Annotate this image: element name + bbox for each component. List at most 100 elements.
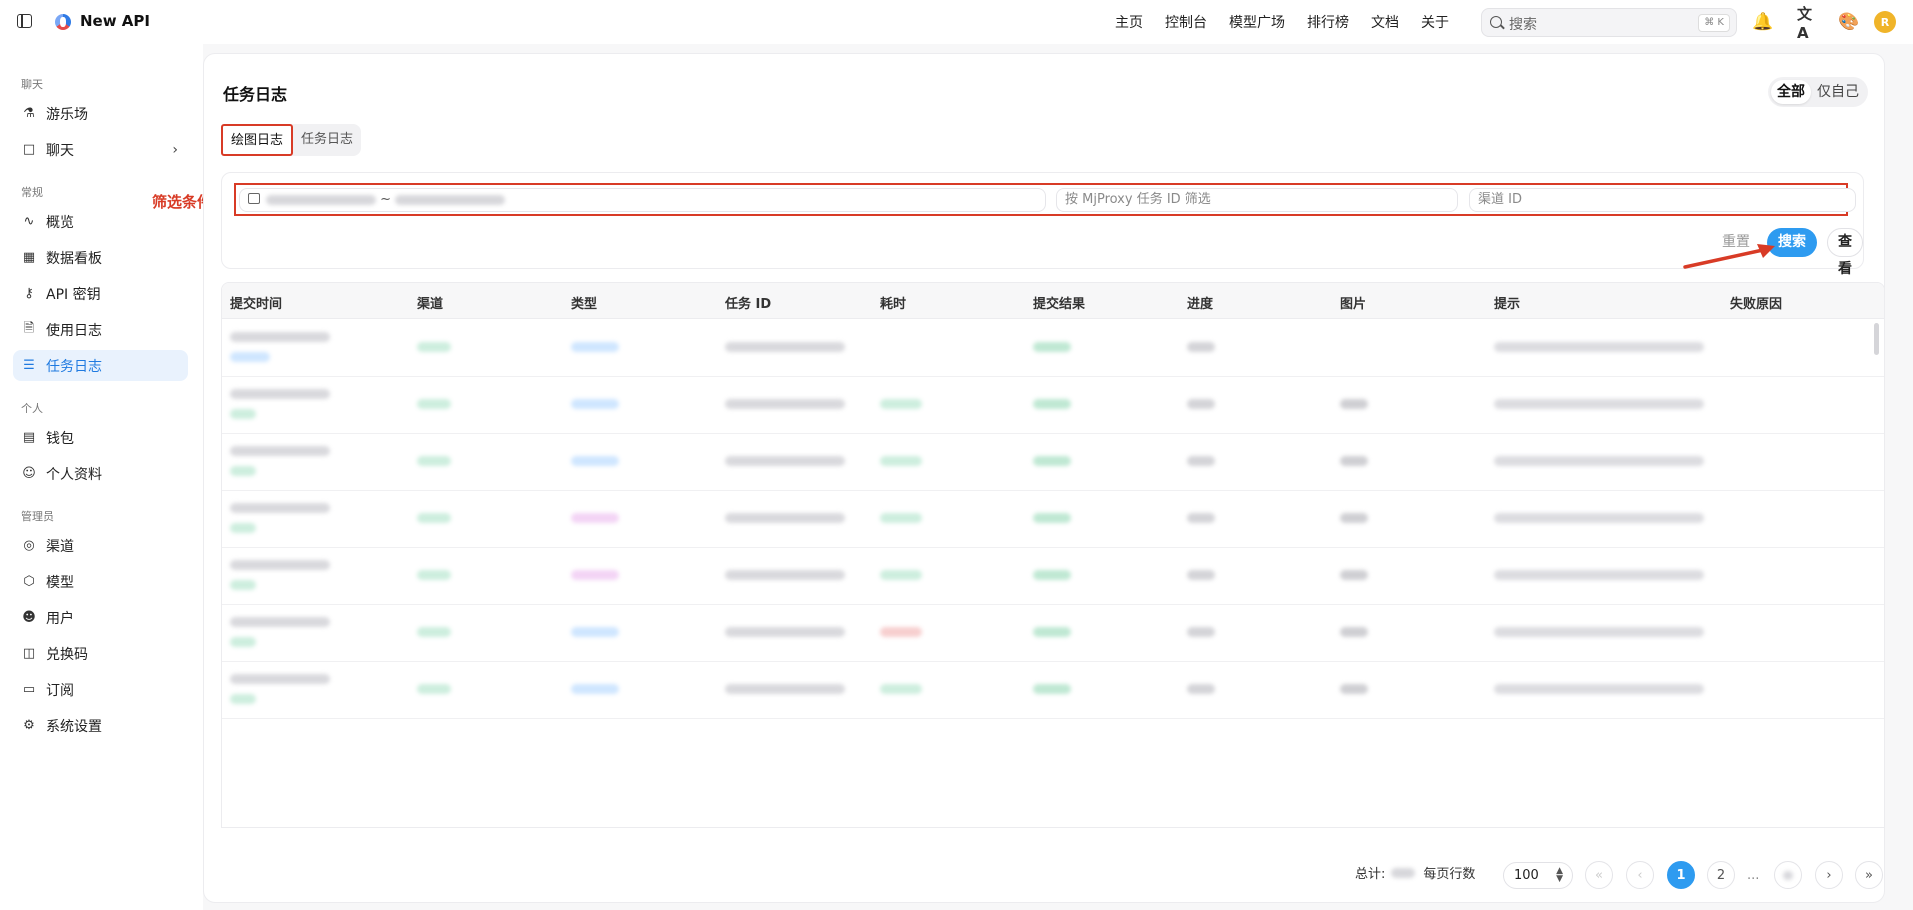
table-row[interactable] — [222, 491, 1884, 548]
table-cell — [230, 409, 256, 419]
date-range-input[interactable]: ~ — [239, 188, 1046, 212]
table-row[interactable] — [222, 662, 1884, 719]
table-cell — [230, 637, 256, 647]
table-cell — [230, 503, 330, 513]
table-scrollbar[interactable] — [1874, 323, 1879, 355]
sidebar-item-dashboard[interactable]: ▦ 数据看板 — [13, 242, 188, 273]
flask-icon: ⚗ — [23, 106, 35, 121]
filter-card: ~ 按 MjProxy 任务 ID 筛选 渠道 ID 重置 搜索 查看 — [221, 172, 1864, 277]
table-cell — [725, 570, 845, 580]
scope-all-button[interactable]: 全部 — [1771, 80, 1811, 104]
table-cell — [1494, 456, 1704, 466]
table-row[interactable] — [222, 548, 1884, 605]
sidebar-item-playground[interactable]: ⚗ 游乐场 — [13, 98, 188, 129]
wallet-icon: ▤ — [22, 430, 36, 445]
tab-task-logs[interactable]: 任务日志 — [293, 124, 361, 156]
table-cell — [880, 513, 922, 523]
sidebar-item-redeem-codes[interactable]: ◫ 兑换码 — [13, 638, 188, 669]
bell-icon[interactable]: 🔔 — [1752, 11, 1774, 33]
nav-about[interactable]: 关于 — [1421, 12, 1449, 32]
pagination-summary: 总计: 每页行数 — [1355, 863, 1475, 882]
sidebar-item-label: 聊天 — [46, 142, 74, 159]
page-size-value: 100 — [1514, 868, 1539, 883]
table-cell — [417, 627, 451, 637]
table-cell — [230, 466, 256, 476]
table-cell — [571, 342, 619, 352]
column-header: 耗时 — [880, 297, 907, 312]
last-page-button[interactable]: » — [1855, 861, 1883, 889]
table-cell — [1033, 342, 1071, 352]
tab-drawing-logs[interactable]: 绘图日志 — [221, 124, 294, 156]
page-1-button[interactable]: 1 — [1667, 861, 1695, 889]
table-row[interactable] — [222, 320, 1884, 377]
column-header: 图片 — [1340, 297, 1367, 312]
sidebar-item-models[interactable]: ⬡ 模型 — [13, 566, 188, 597]
gear-icon: ⚙ — [23, 718, 35, 733]
table-row[interactable] — [222, 605, 1884, 662]
sidebar-item-usage-logs[interactable]: 🗎 使用日志 — [13, 314, 188, 345]
palette-icon[interactable]: 🎨 — [1838, 11, 1860, 33]
prev-page-button[interactable]: ‹ — [1626, 861, 1654, 889]
page-2-button[interactable]: 2 — [1707, 861, 1735, 889]
scope-self-button[interactable]: 仅自己 — [1811, 80, 1865, 104]
first-page-button[interactable]: « — [1585, 861, 1613, 889]
search-input[interactable]: 搜索 ⌘ K — [1481, 8, 1737, 37]
table-cell — [1033, 570, 1071, 580]
task-log-table: 提交时间 渠道 类型 任务 ID 耗时 提交结果 进度 图片 提示 失败原因 — [221, 282, 1885, 828]
nav-leaderboard[interactable]: 排行榜 — [1307, 12, 1349, 32]
top-bar: New API 主页 控制台 模型广场 排行榜 文档 关于 搜索 ⌘ K 🔔 文… — [0, 0, 1913, 44]
signal-icon: ◎ — [23, 538, 35, 553]
sidebar-section-general: 常规 — [21, 186, 43, 199]
next-page-button[interactable]: › — [1815, 861, 1843, 889]
table-cell — [1187, 399, 1215, 409]
channel-id-input[interactable]: 渠道 ID — [1469, 188, 1856, 212]
translate-icon[interactable]: 文A — [1797, 5, 1819, 42]
table-cell — [880, 570, 922, 580]
app-title[interactable]: New API — [80, 12, 150, 30]
list-icon: ☰ — [23, 358, 35, 373]
table-row[interactable] — [222, 434, 1884, 491]
sidebar-toggle-icon[interactable] — [17, 14, 32, 28]
table-cell — [1494, 513, 1704, 523]
sidebar-section-admin: 管理员 — [21, 510, 54, 523]
sidebar-item-wallet[interactable]: ▤ 钱包 — [13, 422, 188, 453]
column-header: 渠道 — [417, 297, 444, 312]
nav-model-square[interactable]: 模型广场 — [1229, 12, 1285, 32]
sidebar-item-settings[interactable]: ⚙ 系统设置 — [13, 710, 188, 741]
column-header: 提交时间 — [230, 297, 283, 312]
table-cell — [725, 684, 845, 694]
view-button[interactable]: 查看 — [1827, 228, 1863, 277]
sidebar-item-chat[interactable]: □ 聊天 › — [13, 134, 188, 165]
table-cell — [230, 446, 330, 456]
nav-docs[interactable]: 文档 — [1371, 12, 1399, 32]
sidebar-item-users[interactable]: ☻ 用户 — [13, 602, 188, 633]
sidebar-item-profile[interactable]: ☺ 个人资料 — [13, 458, 188, 489]
chevron-right-icon: › — [172, 141, 178, 158]
sidebar-item-subscriptions[interactable]: ▭ 订阅 — [13, 674, 188, 705]
table-cell — [1494, 399, 1704, 409]
avatar[interactable]: R — [1874, 11, 1896, 33]
sidebar-item-api-keys[interactable]: ⚷ API 密钥 — [13, 278, 188, 309]
table-cell — [571, 627, 619, 637]
nav-home[interactable]: 主页 — [1115, 12, 1143, 32]
table-cell — [725, 399, 845, 409]
page-size-select[interactable]: 100 ▲ ▼ — [1503, 862, 1573, 889]
last-page-number-button[interactable] — [1774, 861, 1802, 889]
sidebar-section-personal: 个人 — [21, 402, 43, 415]
table-cell — [1033, 399, 1071, 409]
sidebar-item-label: 使用日志 — [46, 322, 102, 339]
table-row[interactable] — [222, 377, 1884, 434]
file-icon: 🗎 — [23, 320, 35, 336]
scope-toggle: 全部 仅自己 — [1768, 77, 1868, 107]
table-cell — [230, 617, 330, 627]
sidebar-section-chat: 聊天 — [21, 78, 43, 91]
mj-task-id-input[interactable]: 按 MjProxy 任务 ID 筛选 — [1056, 188, 1458, 212]
sidebar-item-label: 任务日志 — [46, 358, 102, 375]
table-cell — [571, 399, 619, 409]
table-cell — [1340, 684, 1368, 694]
nav-console[interactable]: 控制台 — [1165, 12, 1207, 32]
table-cell — [1340, 456, 1368, 466]
sidebar-item-task-logs[interactable]: ☰ 任务日志 — [13, 350, 188, 381]
table-cell — [571, 456, 619, 466]
sidebar-item-channels[interactable]: ◎ 渠道 — [13, 530, 188, 561]
